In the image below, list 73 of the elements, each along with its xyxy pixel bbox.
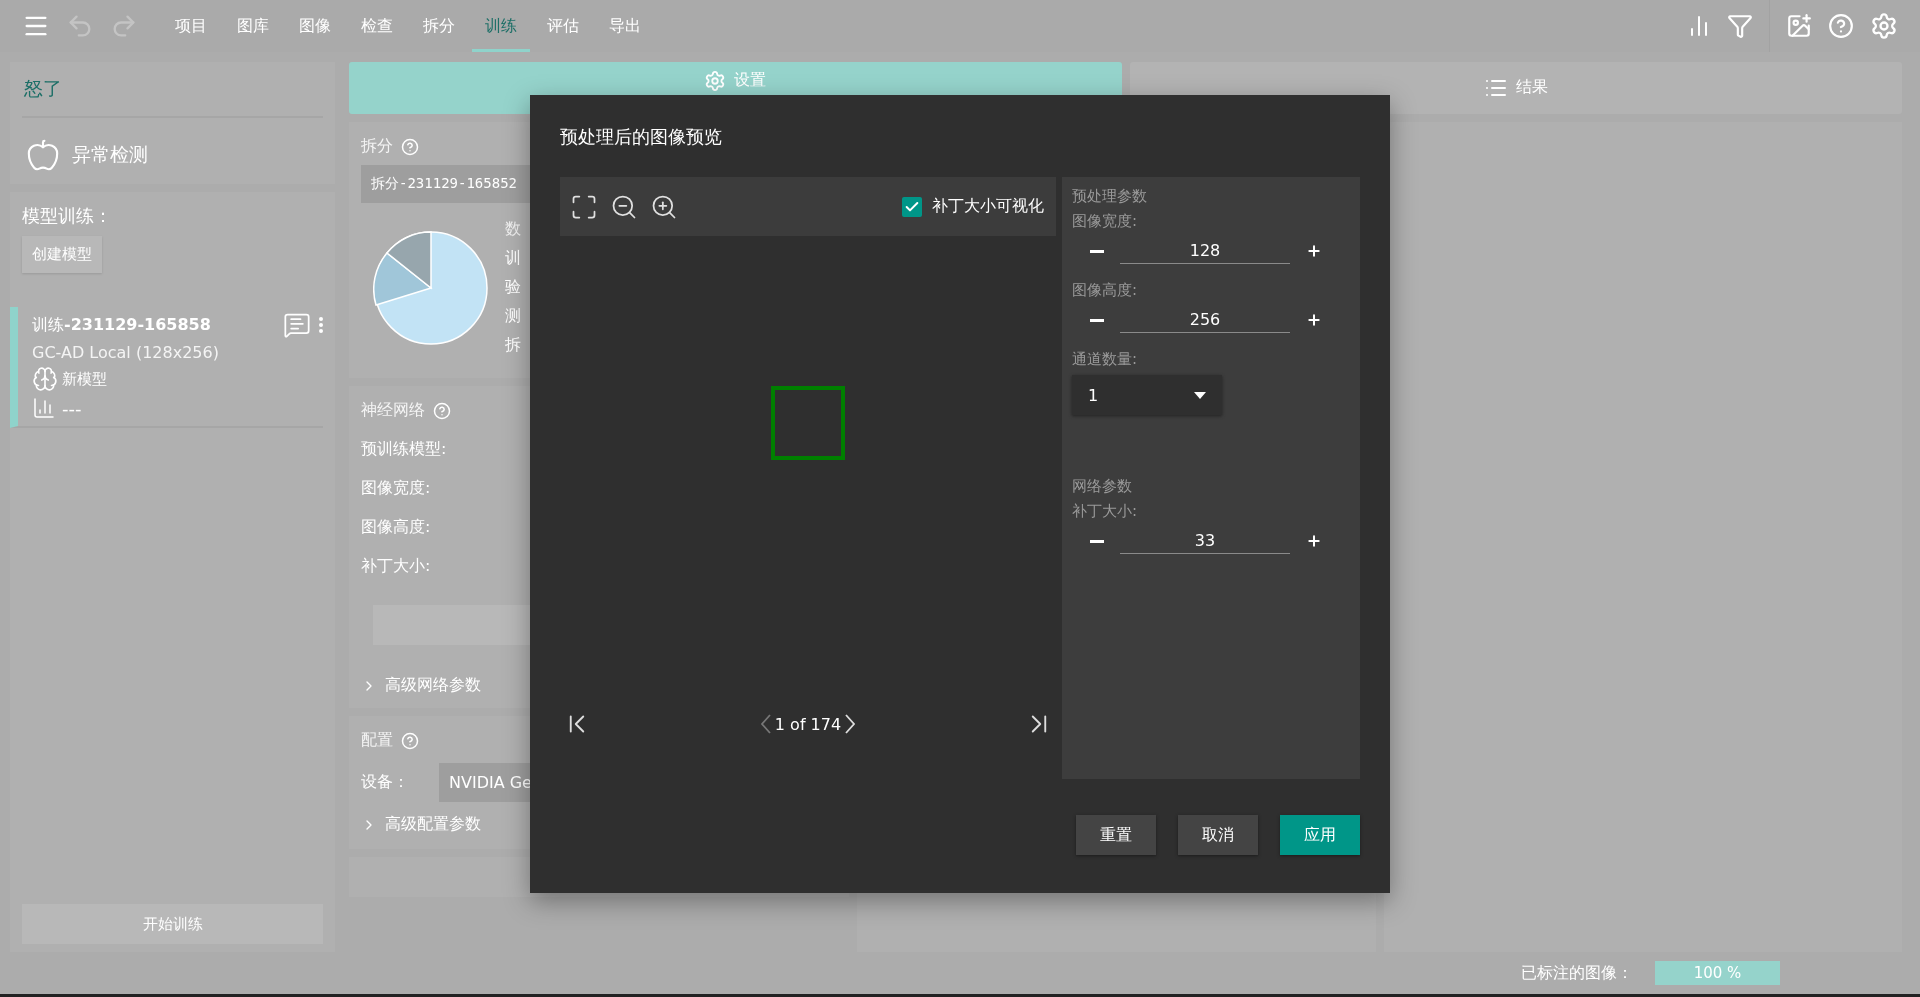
chevron-left-icon [760, 714, 771, 734]
help-icon [1828, 13, 1854, 39]
menu-tab[interactable]: 检查 [348, 0, 406, 52]
page-counter: 1 of 174 [774, 714, 842, 734]
chevron-right-icon [845, 714, 856, 734]
group-title: 预处理参数 [1072, 187, 1148, 206]
card-title: 配置 [361, 730, 393, 751]
number-field[interactable]: 33 [1120, 528, 1290, 554]
field-label: 补丁大小: [1072, 502, 1139, 521]
field-label: 设备： [361, 772, 409, 793]
legend-label: 训 [505, 248, 521, 269]
legend-label: 验 [505, 277, 521, 298]
patch-visualization-checkbox[interactable]: 补丁大小可视化 [896, 195, 1050, 218]
minus-icon [1090, 539, 1104, 543]
image-icon [1786, 13, 1812, 39]
menu-tab[interactable]: 拆分 [410, 0, 468, 52]
filter-icon [1727, 13, 1753, 39]
dialog-button[interactable]: 应用 [1280, 815, 1360, 855]
menu-tab[interactable]: 图像 [286, 0, 344, 52]
expander-label[interactable]: 高级网络参数 [385, 675, 481, 696]
dialog-button[interactable]: 重置 [1076, 815, 1156, 855]
model-name: 新模型 [62, 369, 107, 389]
next-button[interactable] [845, 714, 856, 734]
progress-text: 100 % [1692, 963, 1743, 984]
caret-icon [1194, 391, 1206, 399]
menu-tab[interactable]: 图库 [224, 0, 282, 52]
field-label: 图像宽度: [361, 478, 432, 499]
field-label: 补丁大小: [361, 556, 432, 577]
plus-icon [1306, 243, 1322, 259]
help-icon [401, 731, 419, 750]
field-label: 图像高度: [1072, 281, 1139, 300]
help-icon [401, 137, 419, 156]
more-icon [319, 317, 323, 333]
number-field[interactable]: 256 [1120, 307, 1290, 333]
legend-label: 数 [505, 219, 521, 240]
training-item[interactable]: 训练-231129-165858 GC-AD Local (128x256) 新模型 --- [10, 307, 323, 428]
brain-icon [32, 366, 58, 392]
section-label: 模型训练： [22, 204, 113, 228]
apple-icon [26, 138, 60, 172]
card-title: 拆分 [361, 136, 393, 157]
result-text: --- [62, 397, 82, 419]
training-name: 训练-231129-165858 [32, 314, 212, 336]
method-title: 异常检测 [72, 142, 148, 167]
legend-label: 拆 [505, 335, 521, 356]
settings-icon [1870, 12, 1898, 40]
field-label: 图像宽度: [1072, 212, 1139, 231]
dialog-button[interactable]: 取消 [1178, 815, 1258, 855]
field-label: 图像高度: [361, 517, 432, 538]
gear-icon [704, 70, 727, 92]
plus-icon [1306, 312, 1322, 328]
expander-label[interactable]: 高级配置参数 [385, 814, 481, 835]
group-title: 网络参数 [1072, 477, 1133, 496]
help-icon [433, 401, 451, 420]
menu-tab[interactable]: 项目 [162, 0, 220, 52]
field-label: 预训练模型: [361, 439, 448, 460]
status-label: 已标注的图像： [1521, 962, 1633, 984]
create-model-button[interactable]: 创建模型 [22, 236, 102, 273]
project-title: 怒了 [22, 70, 323, 118]
model-subtitle: GC-AD Local (128x256) [32, 343, 220, 362]
start-training-button[interactable]: 开始训练 [22, 904, 323, 944]
number-field[interactable]: 128 [1120, 238, 1290, 264]
menu-tab[interactable]: 评估 [534, 0, 592, 52]
legend-label: 测 [505, 306, 521, 327]
field-label: 通道数量: [1072, 350, 1139, 369]
card-title: 神经网络 [361, 400, 425, 421]
menu-tab[interactable]: 训练 [472, 0, 530, 52]
minus-icon [1090, 318, 1104, 322]
channel-dropdown[interactable]: 1 [1072, 375, 1222, 415]
plus-icon [1306, 533, 1322, 549]
minus-icon [1090, 249, 1104, 253]
menu-tab[interactable]: 导出 [596, 0, 654, 52]
comment-icon [283, 311, 311, 339]
dialog-title: 预处理后的图像预览 [560, 125, 723, 149]
